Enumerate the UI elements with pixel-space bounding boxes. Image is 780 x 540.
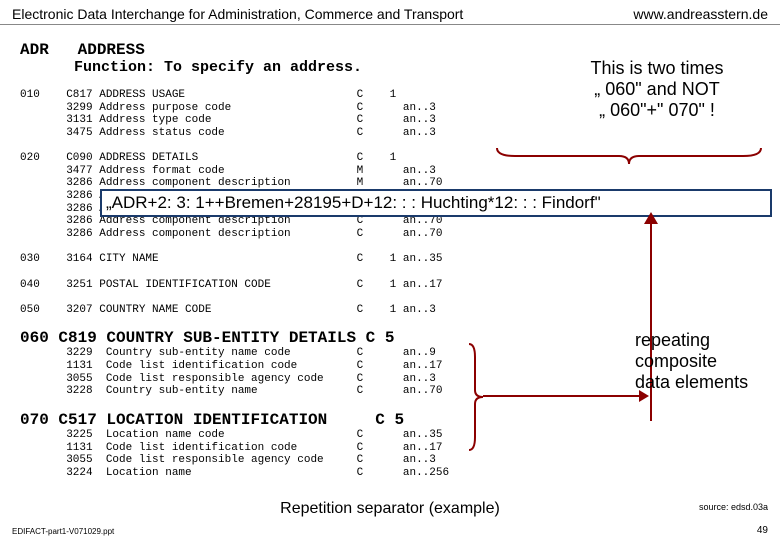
- connector-line: [483, 395, 643, 397]
- annotation-repeating: repeating composite data elements: [635, 330, 770, 393]
- annotation-060-note: This is two times „ 060" and NOT „ 060"+…: [552, 58, 762, 121]
- anno-line: This is two times: [552, 58, 762, 79]
- spec-line: 3299 Address purpose code C an..3: [20, 102, 436, 114]
- spec-header: ADR ADDRESS: [20, 41, 145, 59]
- spec-line: 3286 Address component description C an.…: [20, 228, 442, 240]
- example-text: „ADR+2: 3: 1++Bremen+28195+D+12: : : Huc…: [106, 193, 601, 212]
- spec-line: 3224 Location name C an..256: [20, 467, 449, 479]
- slide-title: Repetition separator (example): [0, 500, 780, 518]
- spec-block: ADR ADDRESS Function: To specify an addr…: [0, 28, 449, 480]
- brace-vertical-icon: [467, 342, 483, 452]
- spec-line: 040 3251 POSTAL IDENTIFICATION CODE C 1 …: [20, 279, 442, 291]
- page-number: 49: [757, 525, 768, 536]
- spec-line: 3286 Address component description M an.…: [20, 177, 442, 189]
- spec-line: 3228 Country sub-entity name C an..70: [20, 385, 442, 397]
- example-segment: „ADR+2: 3: 1++Bremen+28195+D+12: : : Huc…: [100, 189, 772, 217]
- spec-line: 3055 Code list responsible agency code C…: [20, 454, 436, 466]
- arrow-up-icon: [644, 212, 658, 224]
- spec-line: 1131 Code list identification code C an.…: [20, 360, 442, 372]
- header-right: www.andreasstern.de: [633, 6, 768, 22]
- spec-line: 020 C090 ADDRESS DETAILS C 1: [20, 152, 396, 164]
- spec-line: 3475 Address status code C an..3: [20, 127, 436, 139]
- spec-function: Function: To specify an address.: [20, 59, 362, 76]
- spec-line: 1131 Code list identification code C an.…: [20, 442, 442, 454]
- brace-icon: [495, 146, 763, 164]
- spec-060-header: 060 C819 COUNTRY SUB-ENTITY DETAILS C 5: [20, 329, 394, 347]
- spec-line: 010 C817 ADDRESS USAGE C 1: [20, 89, 396, 101]
- spec-line: 3131 Address type code C an..3: [20, 114, 436, 126]
- spec-line: 3229 Country sub-entity name code C an..…: [20, 347, 436, 359]
- header: Electronic Data Interchange for Administ…: [0, 0, 780, 25]
- anno-line: „ 060"+" 070" !: [552, 100, 762, 121]
- header-left: Electronic Data Interchange for Administ…: [12, 6, 463, 22]
- footer-filename: EDIFACT-part1-V071029.ppt: [12, 527, 114, 536]
- anno-line: „ 060" and NOT: [552, 79, 762, 100]
- spec-line: 3286 Address component description C an.…: [20, 215, 442, 227]
- anno-line: data elements: [635, 372, 770, 393]
- spec-line: 050 3207 COUNTRY NAME CODE C 1 an..3: [20, 304, 436, 316]
- anno-line: composite: [635, 351, 770, 372]
- spec-070-header: 070 C517 LOCATION IDENTIFICATION C 5: [20, 411, 404, 429]
- spec-line: 030 3164 CITY NAME C 1 an..35: [20, 253, 442, 265]
- spec-line: 3477 Address format code M an..3: [20, 165, 436, 177]
- spec-line: 3055 Code list responsible agency code C…: [20, 373, 436, 385]
- anno-line: repeating: [635, 330, 770, 351]
- spec-line: 3225 Location name code C an..35: [20, 429, 442, 441]
